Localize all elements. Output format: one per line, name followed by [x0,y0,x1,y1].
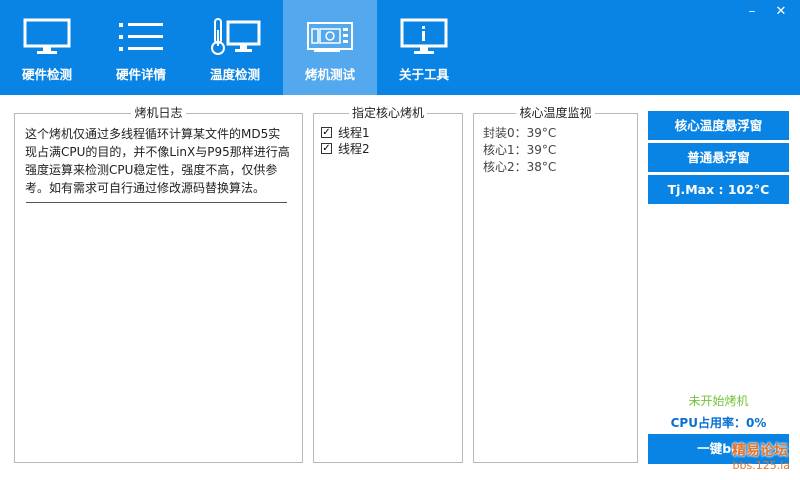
close-button[interactable]: ✕ [773,5,789,21]
one-click-burn-button[interactable]: 一键bo [648,434,789,464]
panel-title: 指定核心烤机 [348,106,427,120]
thread-1-checkbox-row[interactable]: ✓ 线程1 [321,124,370,140]
tjmax-button[interactable]: Tj.Max : 102°C [648,175,789,204]
top-nav-bar: 硬件检测 硬件详情 温度检测 烤机测试 关于工具 – ✕ [0,0,800,95]
tab-label: 硬件详情 [115,67,166,82]
cpu-usage-readout: CPU占用率：0% [670,416,767,430]
tab-label: 温度检测 [209,67,260,82]
tab-hardware-detect[interactable]: 硬件检测 [0,0,94,95]
monitor-icon [0,18,94,56]
burn-status: 未开始烤机 [688,394,749,408]
checkbox-label: 线程1 [338,125,370,140]
tab-hardware-details[interactable]: 硬件详情 [94,0,188,95]
temp-reading: 封装0：39°C [483,126,557,140]
divider [26,202,287,203]
temp-reading: 核心2：38°C [483,160,557,174]
normal-float-button[interactable]: 普通悬浮窗 [648,143,789,172]
tab-about[interactable]: 关于工具 [377,0,471,95]
checkbox-checked-icon[interactable]: ✓ [321,126,332,138]
burn-log-panel: 烤机日志 这个烤机仅通过多线程循环计算某文件的MD5实现占满CPU的目的，并不像… [14,106,303,463]
checkbox-label: 线程2 [338,141,370,156]
core-temp-float-button[interactable]: 核心温度悬浮窗 [648,111,789,140]
tab-label: 烤机测试 [304,67,355,82]
tab-label: 硬件检测 [21,67,72,82]
tab-label: 关于工具 [398,67,449,82]
core-select-panel: 指定核心烤机 ✓ 线程1 ✓ 线程2 [313,106,463,463]
thermometer-icon [188,18,282,56]
tab-burn-test[interactable]: 烤机测试 [283,0,377,95]
info-monitor-icon [377,18,471,56]
panel-title: 烤机日志 [131,106,186,120]
gpu-card-icon [283,18,377,56]
panel-title: 核心温度监视 [516,106,595,120]
thread-2-checkbox-row[interactable]: ✓ 线程2 [321,140,370,156]
tab-temperature[interactable]: 温度检测 [188,0,282,95]
temp-reading: 核心1：39°C [483,143,557,157]
list-icon [94,18,188,56]
minimize-button[interactable]: – [744,5,760,21]
checkbox-checked-icon[interactable]: ✓ [321,142,332,154]
core-temp-panel: 核心温度监视 封装0：39°C 核心1：39°C 核心2：38°C [473,106,638,463]
log-text: 这个烤机仅通过多线程循环计算某文件的MD5实现占满CPU的目的，并不像LinX与… [25,127,290,195]
